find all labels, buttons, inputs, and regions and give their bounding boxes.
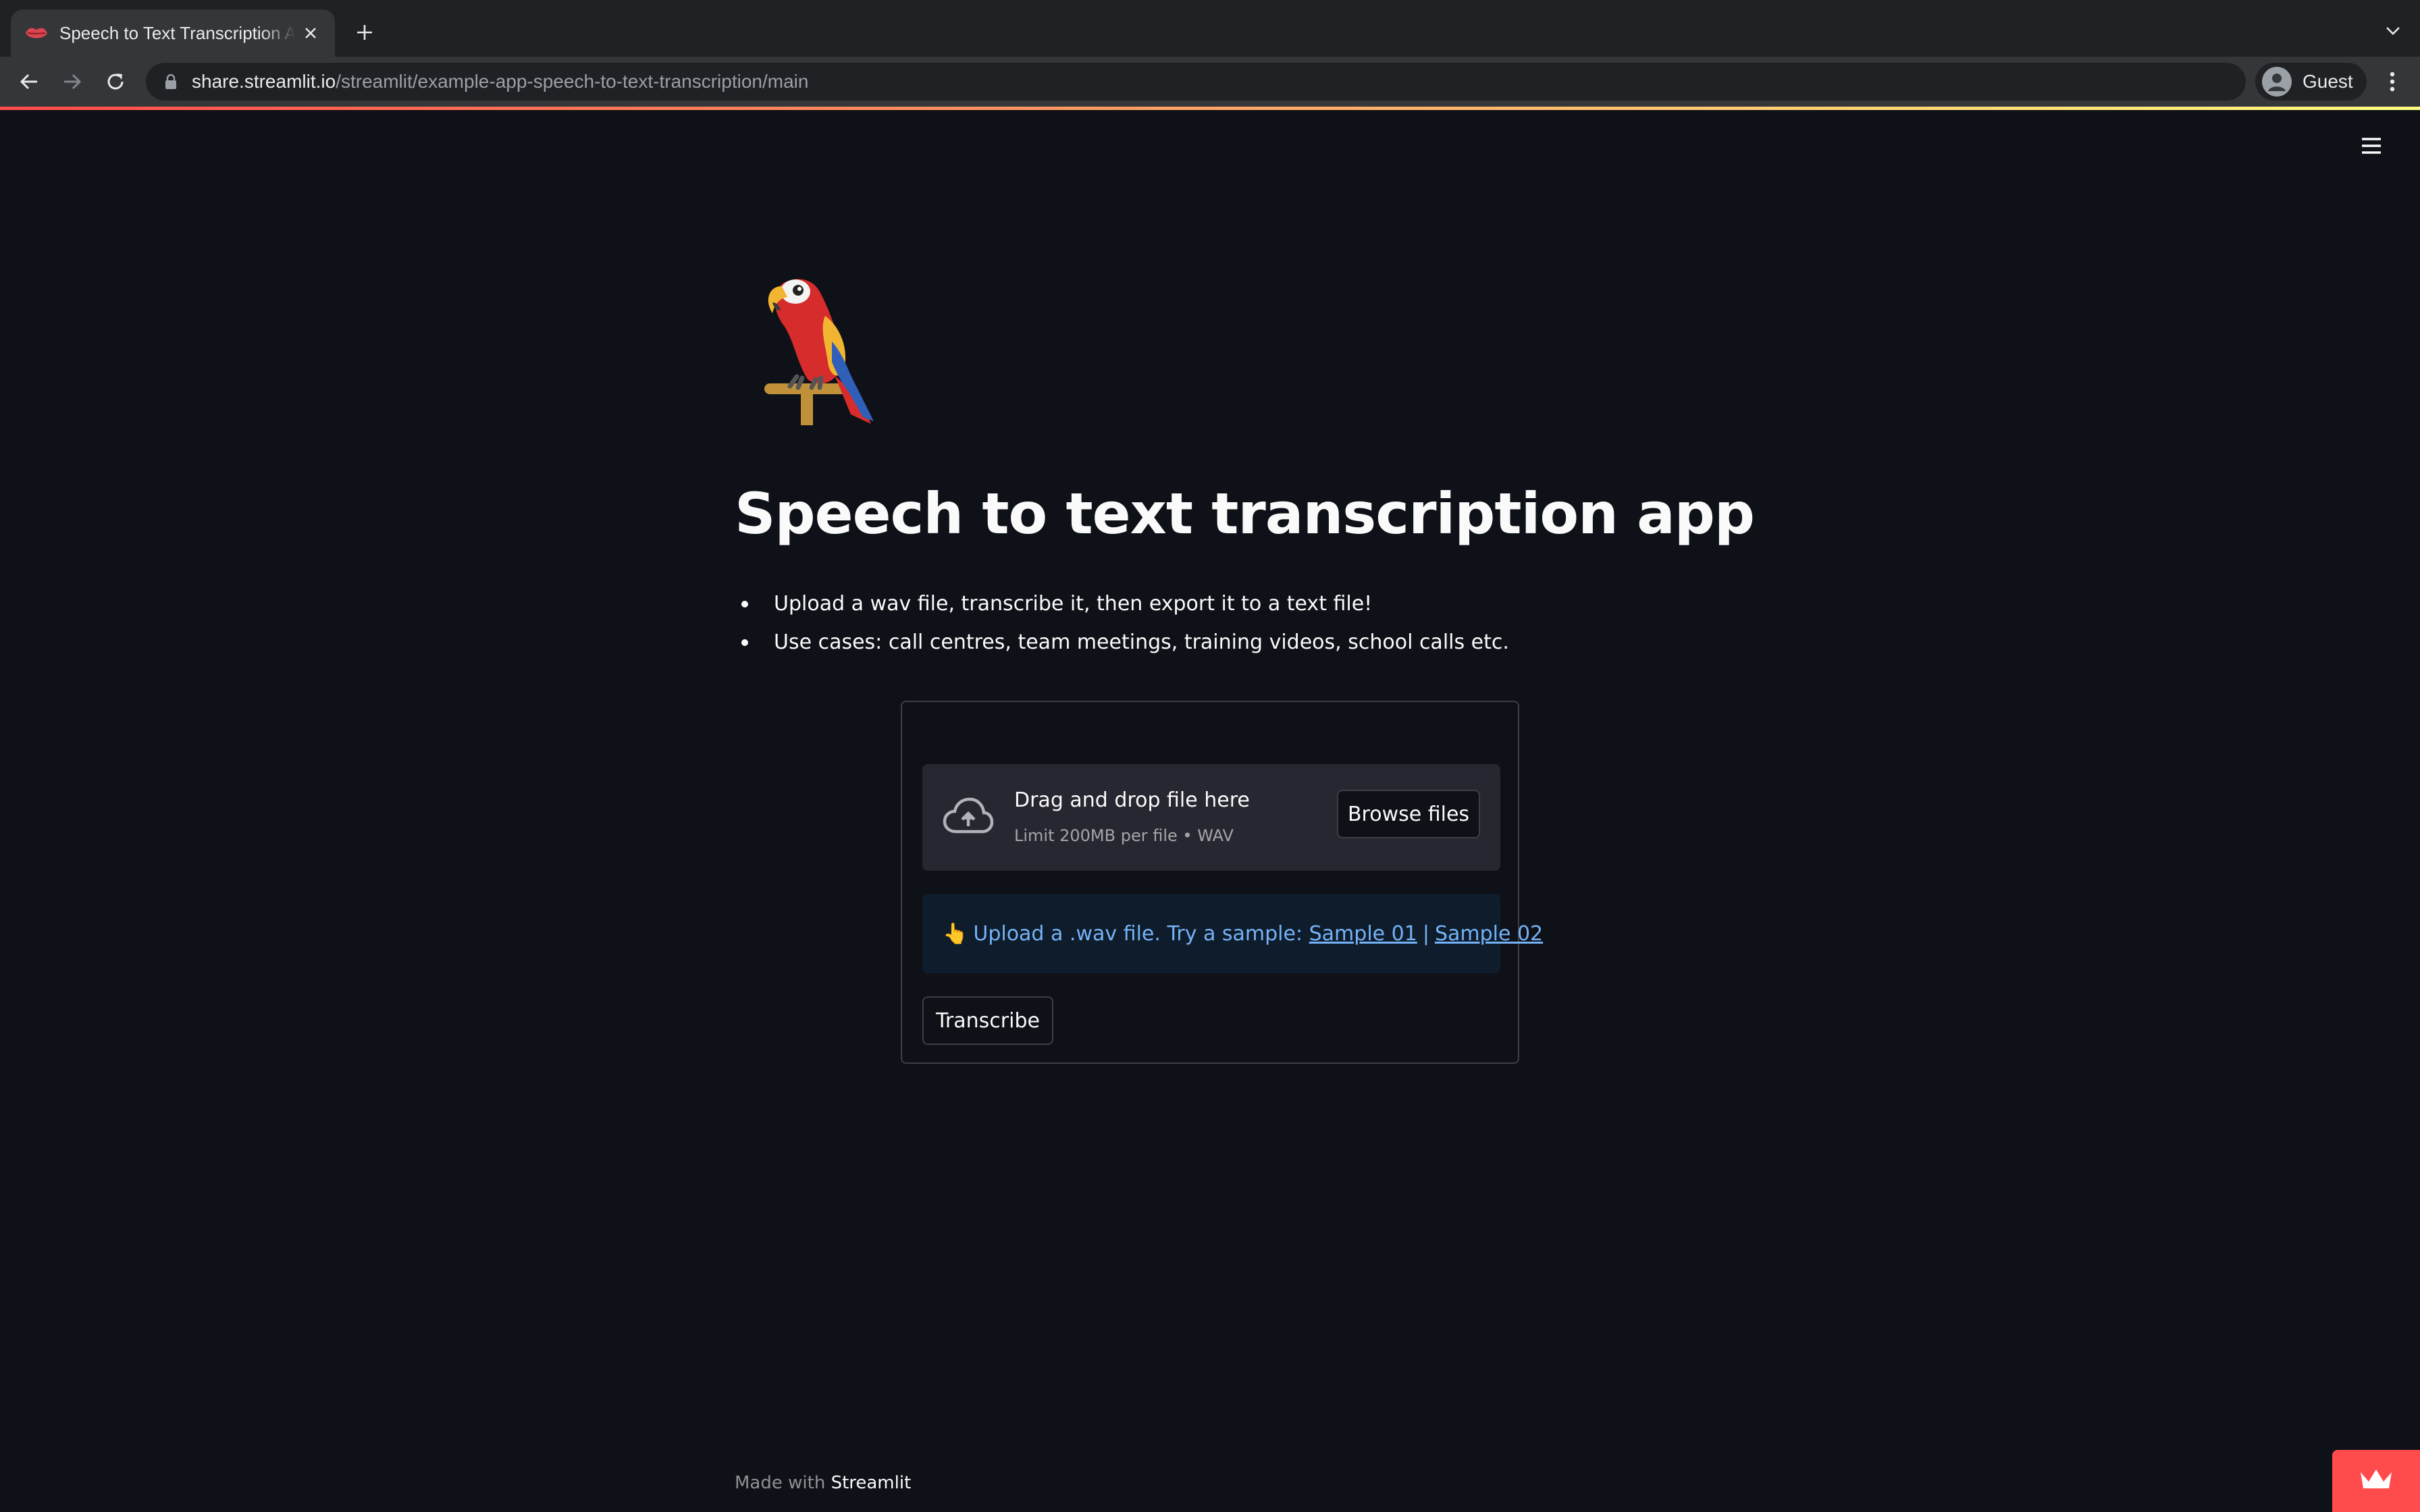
dropzone-limit-text: Limit 200MB per file • WAV bbox=[1014, 826, 1234, 845]
pointing-up-icon: 👆 bbox=[943, 921, 968, 946]
info-text: Upload a .wav file. Try a sample: bbox=[973, 921, 1309, 946]
back-icon[interactable] bbox=[15, 68, 43, 96]
browser-menu-icon[interactable] bbox=[2378, 68, 2406, 96]
transcribe-button[interactable]: Transcribe bbox=[922, 996, 1053, 1045]
forward-icon[interactable] bbox=[58, 68, 86, 96]
sample-02-link[interactable]: Sample 02 bbox=[1435, 922, 1543, 946]
list-item: Use cases: call centres, team meetings, … bbox=[741, 623, 1509, 662]
cloud-upload-icon bbox=[943, 796, 994, 837]
hamburger-menu-icon[interactable] bbox=[2358, 132, 2385, 159]
browser-toolbar: share.streamlit.io/streamlit/example-app… bbox=[0, 57, 2420, 107]
profile-button[interactable]: Guest bbox=[2255, 63, 2367, 101]
upload-form: Drag and drop file here Limit 200MB per … bbox=[901, 701, 1543, 1064]
sample-01-link[interactable]: Sample 01 bbox=[1309, 922, 1417, 946]
intro-bullet-list: Upload a wav file, transcribe it, then e… bbox=[741, 585, 1509, 662]
dropzone-title: Drag and drop file here bbox=[1014, 788, 1250, 812]
tab-search-chevron-icon[interactable] bbox=[2382, 20, 2404, 42]
url-host: share.streamlit.io bbox=[192, 71, 336, 92]
guest-avatar-icon bbox=[2262, 67, 2292, 97]
streamlit-link[interactable]: Streamlit bbox=[831, 1473, 912, 1493]
footer: Made with Streamlit bbox=[735, 1473, 911, 1493]
info-alert: 👆 Upload a .wav file. Try a sample: Samp… bbox=[922, 894, 1543, 973]
list-item: Upload a wav file, transcribe it, then e… bbox=[741, 585, 1509, 623]
bullet-text: Use cases: call centres, team meetings, … bbox=[774, 630, 1509, 654]
close-tab-icon[interactable] bbox=[300, 22, 321, 44]
url-path: /streamlit/example-app-speech-to-text-tr… bbox=[336, 71, 809, 92]
browser-tab-strip: Speech to Text Transcription App bbox=[0, 0, 2420, 57]
manage-app-button[interactable] bbox=[2332, 1450, 2420, 1512]
lock-icon[interactable] bbox=[163, 72, 178, 91]
browse-files-button[interactable]: Browse files bbox=[1337, 790, 1480, 838]
page-title: Speech to text transcription app bbox=[735, 481, 1755, 547]
bullet-dot bbox=[741, 601, 748, 608]
link-separator: | bbox=[1422, 921, 1429, 946]
new-tab-icon[interactable] bbox=[352, 20, 377, 45]
bullet-text: Upload a wav file, transcribe it, then e… bbox=[774, 592, 1373, 616]
browser-tab[interactable]: Speech to Text Transcription App bbox=[11, 9, 335, 57]
bullet-dot bbox=[741, 639, 748, 646]
tab-title: Speech to Text Transcription App bbox=[59, 22, 296, 43]
reload-icon[interactable] bbox=[101, 68, 130, 96]
footer-prefix: Made with bbox=[735, 1473, 831, 1493]
streamlit-decoration-bar bbox=[0, 107, 2420, 110]
crown-icon bbox=[2359, 1468, 2393, 1494]
url-text: share.streamlit.io/streamlit/example-app… bbox=[192, 71, 808, 92]
profile-label: Guest bbox=[2303, 71, 2353, 92]
parrot-icon bbox=[749, 261, 895, 427]
lips-favicon-icon bbox=[24, 21, 49, 45]
address-bar[interactable]: share.streamlit.io/streamlit/example-app… bbox=[146, 63, 2246, 101]
file-dropzone[interactable]: Drag and drop file here Limit 200MB per … bbox=[922, 764, 1500, 871]
